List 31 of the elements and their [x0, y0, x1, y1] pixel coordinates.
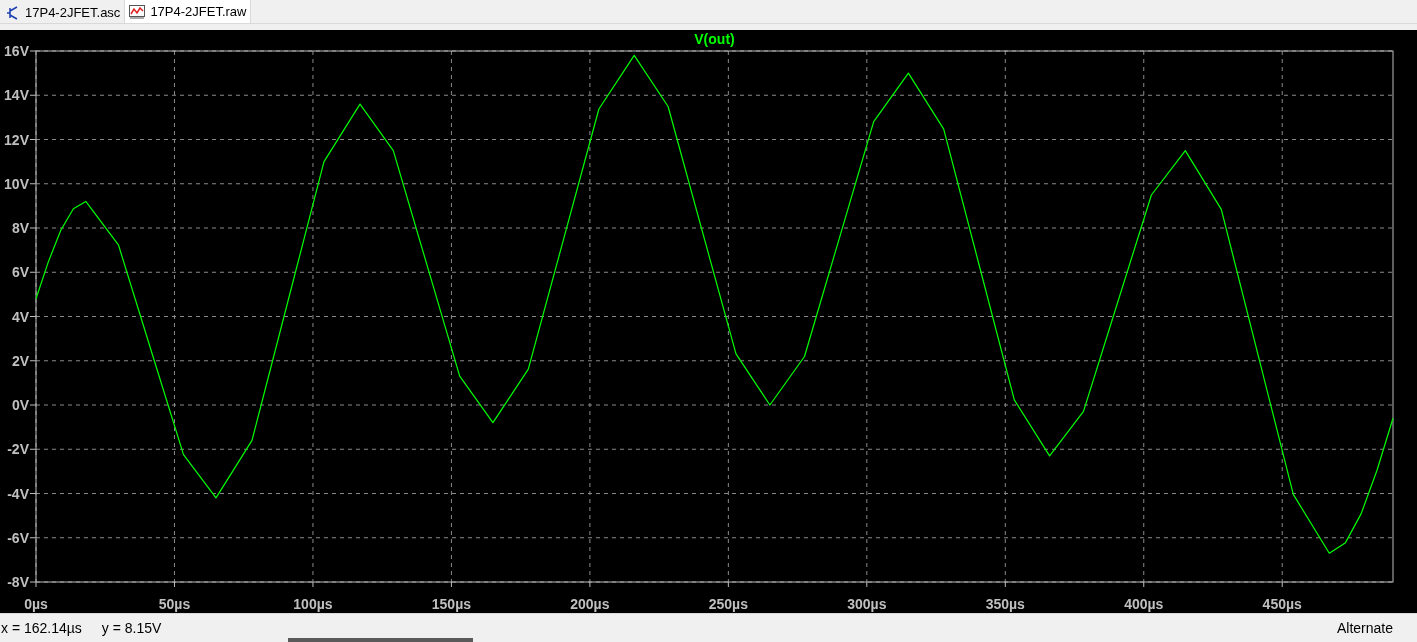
transistor-icon [6, 5, 20, 20]
y-axis-label: -6V [7, 529, 29, 546]
x-axis-label: 450µs [1262, 596, 1302, 612]
x-axis-label: 400µs [1124, 596, 1164, 612]
file-tab[interactable]: 17P4-2JFET.raw [124, 0, 252, 23]
x-axis-label: 0µs [24, 596, 48, 612]
status-mode: Alternate [1336, 618, 1393, 638]
y-axis-label: 4V [11, 308, 29, 325]
cursor-x-reading: x = 162.14µs [1, 618, 82, 638]
x-axis-label: 150µs [431, 596, 471, 612]
y-axis-label: 16V [4, 43, 29, 59]
x-axis-label: 250µs [708, 596, 748, 612]
y-axis-label: 14V [4, 87, 29, 104]
y-axis-label: 6V [11, 264, 29, 281]
trace-name[interactable]: V(out) [694, 31, 735, 47]
x-axis-label: 50µs [158, 596, 191, 612]
y-axis-label: 0V [11, 397, 29, 413]
x-axis-label: 100µs [293, 596, 333, 612]
waveform-icon [129, 4, 146, 19]
x-axis-label: 300µs [847, 596, 887, 612]
y-axis-label: -2V [7, 441, 29, 458]
x-axis-label: 350µs [985, 596, 1025, 612]
y-axis-label: -4V [7, 485, 29, 502]
y-axis-label: 2V [11, 352, 29, 369]
cursor-y-reading: y = 8.15V [101, 618, 162, 638]
y-axis-label: 10V [4, 175, 29, 192]
y-axis-label: 8V [11, 220, 29, 236]
y-axis-label: 12V [4, 131, 29, 148]
y-axis-label: -8V [7, 574, 29, 590]
scrollbar-thumb[interactable] [288, 638, 473, 642]
x-axis-label: 200µs [570, 596, 610, 612]
